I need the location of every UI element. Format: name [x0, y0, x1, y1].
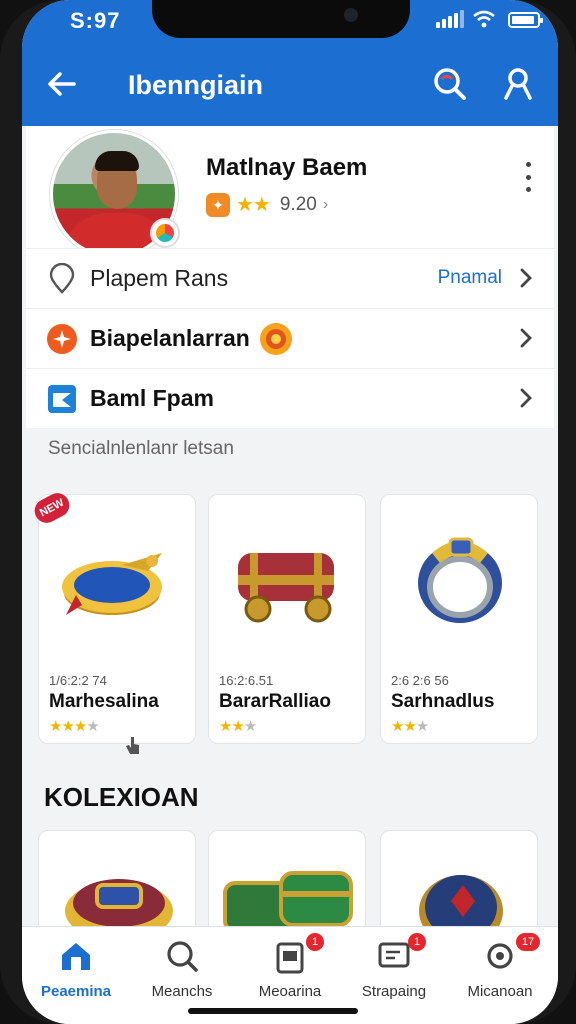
clipboard-icon [276, 942, 304, 974]
gold-band-icon [65, 879, 173, 933]
pointer-hand-icon [126, 737, 139, 754]
collection-card[interactable] [380, 830, 538, 940]
user-icon[interactable] [498, 64, 538, 104]
more-vertical-icon[interactable] [518, 162, 538, 192]
treasure-cart-icon [238, 553, 334, 623]
nav-badge: 17 [516, 933, 540, 951]
item-card[interactable]: 16:2:6.51 BararRalliao ★★★ [208, 494, 366, 744]
rating-row[interactable]: ✦ ★★ 9.20 › [206, 192, 328, 217]
row-value: Pnamal [437, 267, 502, 288]
collection-title: KOLEXIOAN [44, 782, 199, 812]
app-bar: Ibenngiain [22, 44, 558, 126]
card-title: Sarhnadlus [391, 691, 495, 712]
rating-value: 9.20 [279, 193, 317, 215]
rating-stars: ★★ [236, 194, 271, 216]
nav-badge: 1 [408, 933, 426, 951]
main-content: Matlnay Baem ✦ ★★ 9.20 › Plapem Rans Pna… [22, 126, 558, 940]
profile-name: Matlnay Baem [206, 154, 368, 181]
home-indicator[interactable] [188, 1008, 358, 1014]
collection-card[interactable] [38, 830, 196, 940]
flag-icon [48, 385, 76, 413]
nav-label: Meoarina [258, 983, 322, 1000]
profile-card[interactable]: Matlnay Baem ✦ ★★ 9.20 › [26, 126, 554, 258]
card-date: 2:6 2:6 56 [391, 673, 449, 688]
chest-thumbnail [209, 495, 365, 661]
search-nav-icon [167, 941, 198, 972]
list-row-plapem[interactable]: Plapem Rans Pnamal [26, 248, 554, 308]
card-title: Marhesalina [49, 691, 159, 712]
battery-icon [508, 12, 543, 28]
rank-badge-icon: ✦ [206, 192, 230, 217]
item-card[interactable]: 1/6:2:2 74 Marhesalina ★★★★ [38, 494, 196, 744]
back-arrow-icon[interactable] [44, 66, 80, 102]
card-title: BararRalliao [219, 691, 331, 712]
row-label: Plapem Rans [90, 265, 229, 291]
avatar-badge-icon [150, 218, 180, 248]
nav-item-settings[interactable]: 17 Micanoan [450, 933, 550, 1007]
nav-item-clipboard[interactable]: 1 Meoarina [240, 933, 340, 1007]
camera-notch [152, 0, 410, 38]
nav-item-search[interactable]: Meanchs [132, 937, 232, 1007]
nav-label: Peaemina [40, 983, 112, 1000]
list-row-biapelanlarran[interactable]: Biapelanlarran [26, 308, 554, 368]
phone-frame: S:97 Ibenngiain Matlnay Baem ✦ ★★ 9.20 ›… [0, 0, 576, 1024]
sun-emblem-icon [260, 323, 292, 355]
nav-label: Micanoan [467, 983, 533, 1000]
chevron-right-icon [520, 328, 532, 348]
card-date: 1/6:2:2 74 [49, 673, 107, 688]
location-pin-icon [49, 263, 75, 294]
status-time: S:97 [70, 8, 121, 33]
signal-icon [436, 10, 464, 28]
item-card[interactable]: 2:6 2:6 56 Sarhnadlus ★★★ [380, 494, 538, 744]
rating-chevron-icon: › [322, 195, 329, 213]
app-bar-title: Ibenngiain [128, 70, 263, 100]
section-caption: Sencialnlenlanr letsan [48, 438, 234, 459]
nav-badge: 1 [306, 933, 324, 951]
list-row-baml-fpam[interactable]: Baml Fpam [26, 368, 554, 428]
band-ring-thumbnail [381, 495, 537, 661]
sun-badge-icon [47, 324, 77, 354]
nav-label: Meanchs [151, 983, 213, 1000]
wifi-icon [472, 10, 496, 28]
nav-item-home[interactable]: Peaemina [26, 937, 126, 1007]
golden-ring-icon [62, 553, 162, 615]
nav-label: Strapaing [361, 983, 427, 1000]
ring-thumbnail [39, 495, 195, 661]
row-label: Baml Fpam [90, 385, 214, 411]
collection-card[interactable] [208, 830, 366, 940]
app-screen: S:97 Ibenngiain Matlnay Baem ✦ ★★ 9.20 ›… [22, 0, 558, 1024]
settings-icon [487, 943, 513, 969]
home-icon [62, 943, 90, 970]
blue-ring-icon [418, 537, 502, 623]
card-stars: ★★★ [391, 718, 429, 735]
status-icons [436, 10, 543, 28]
row-label: Biapelanlarran [90, 325, 250, 351]
card-stars: ★★★★ [49, 718, 100, 735]
nav-item-chat[interactable]: 1 Strapaing [344, 933, 444, 1007]
chevron-right-icon [520, 388, 532, 408]
card-stars: ★★★ [219, 718, 257, 735]
card-date: 16:2:6.51 [219, 673, 274, 688]
chevron-right-icon [520, 268, 532, 288]
search-icon[interactable] [430, 64, 470, 104]
